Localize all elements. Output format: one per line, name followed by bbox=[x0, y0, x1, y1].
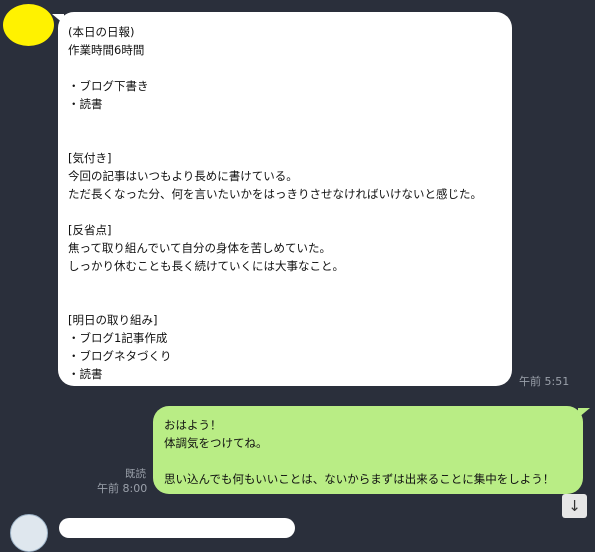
message-line: おはよう！ bbox=[164, 418, 222, 432]
message-line: ・ブログ1記事作成 bbox=[68, 331, 168, 345]
message-line: [反省点] bbox=[68, 223, 112, 237]
message-line: ・ブログ下書き bbox=[68, 79, 149, 93]
incoming-timestamp: 午前 5:51 bbox=[519, 375, 570, 388]
message-line: 思い込んでも何もいいことは、ないからまずは出来ることに集中をしよう！ bbox=[164, 472, 555, 486]
message-line: ・ブログネタづくり bbox=[68, 349, 172, 363]
outgoing-timestamp: 午前 8:00 bbox=[97, 482, 148, 495]
message-line: 今回の記事はいつもより長めに書けている。 bbox=[68, 169, 298, 183]
sender-avatar[interactable] bbox=[3, 4, 54, 46]
scroll-to-bottom-button[interactable]: ↓ bbox=[562, 494, 587, 518]
arrow-down-icon: ↓ bbox=[568, 497, 581, 515]
message-line: (本日の日報) bbox=[68, 25, 135, 39]
message-line bbox=[68, 203, 502, 221]
message-line bbox=[68, 113, 502, 131]
message-line bbox=[164, 452, 573, 470]
message-line bbox=[68, 293, 502, 311]
outgoing-message-bubble[interactable]: おはよう！ 体調気をつけてね。 思い込んでも何もいいことは、ないからまずは出来る… bbox=[153, 406, 583, 494]
read-receipt: 既読 bbox=[125, 468, 146, 480]
message-line: しっかり休むことも長く続けていくには大事なこと。 bbox=[68, 259, 344, 273]
message-line: ・読書 bbox=[68, 97, 103, 111]
message-line: [明日の取り組み] bbox=[68, 313, 158, 327]
message-line: ・読書 bbox=[68, 367, 103, 381]
message-line: ただ長くなった分、何を言いたいかをはっきりさせなければいけないと感じた。 bbox=[68, 187, 482, 201]
next-sender-avatar[interactable] bbox=[10, 514, 48, 552]
message-line: [気付き] bbox=[68, 151, 112, 165]
message-line bbox=[68, 59, 502, 77]
next-message-bubble[interactable] bbox=[59, 518, 295, 538]
message-line: 体調気をつけてね。 bbox=[164, 436, 268, 450]
message-line: 焦って取り組んでいて自分の身体を苦しめていた。 bbox=[68, 241, 332, 255]
incoming-message-bubble[interactable]: (本日の日報) 作業時間6時間 ・ブログ下書き ・読書 [気付き] 今回の記事は… bbox=[58, 12, 512, 386]
message-line bbox=[68, 131, 502, 149]
message-line bbox=[68, 275, 502, 293]
message-line: 作業時間6時間 bbox=[68, 43, 145, 57]
